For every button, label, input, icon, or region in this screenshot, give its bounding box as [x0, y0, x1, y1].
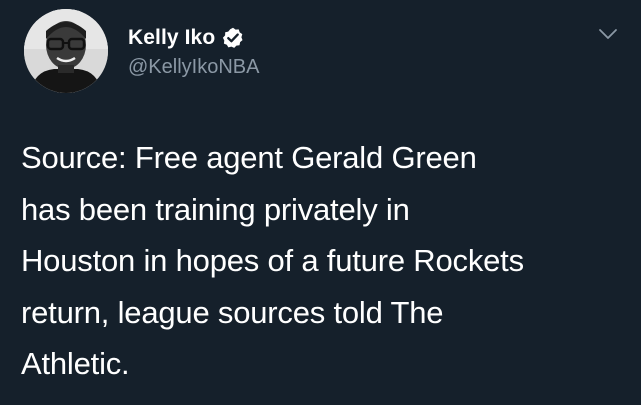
verified-badge-icon: [222, 27, 244, 49]
tweet-header: Kelly Iko @KellyIkoNBA: [24, 9, 259, 93]
author-avatar[interactable]: [24, 9, 108, 93]
tweet-text: Source: Free agent Gerald Green has been…: [21, 132, 631, 390]
author-names: Kelly Iko @KellyIkoNBA: [128, 9, 259, 93]
tweet-text-line: Houston in hopes of a future Rockets: [21, 243, 524, 278]
tweet-text-line: Source: Free agent Gerald Green: [21, 140, 477, 175]
avatar-photo: [24, 9, 108, 93]
chevron-down-icon[interactable]: [597, 24, 619, 44]
author-display-name[interactable]: Kelly Iko: [128, 26, 215, 50]
tweet-card: Kelly Iko @KellyIkoNBA Source: Free agen…: [0, 0, 641, 405]
tweet-text-line: return, league sources told The: [21, 294, 444, 330]
tweet-text-line: Athletic.: [21, 346, 130, 381]
tweet-text-line: has been training privately in: [21, 191, 410, 227]
name-row: Kelly Iko: [128, 22, 259, 54]
author-handle[interactable]: @KellyIkoNBA: [128, 54, 259, 80]
